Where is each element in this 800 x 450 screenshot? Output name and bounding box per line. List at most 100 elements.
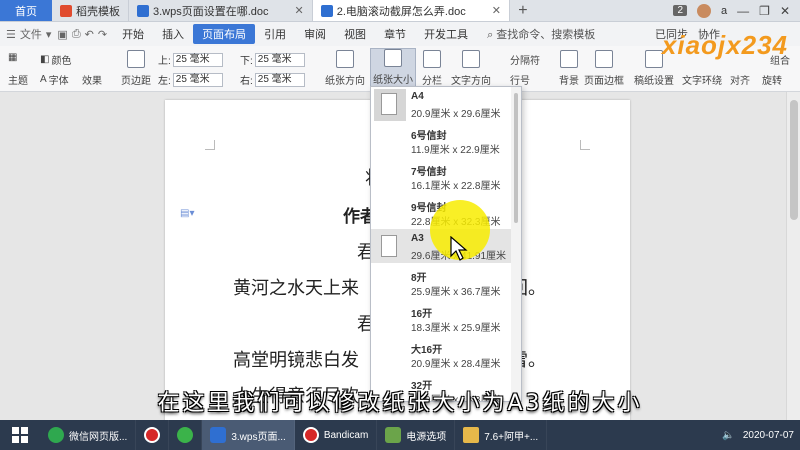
wps-doc-icon (320, 4, 333, 17)
colors-label: 颜色 (51, 56, 72, 67)
colors-button[interactable]: ◧ 颜色 (40, 52, 71, 67)
print-icon[interactable]: ⎙ (72, 28, 81, 41)
paper-size-name: 16开 (411, 309, 433, 320)
separator-label: 分隔符 (510, 56, 540, 67)
save-icon[interactable]: ▣ (57, 28, 67, 41)
top-margin-input[interactable]: 25 毫米 (172, 52, 223, 67)
page-border-button[interactable]: 页面边框 (584, 50, 624, 88)
browser-icon (48, 427, 64, 443)
taskbar-bandicam[interactable]: Bandicam (295, 420, 378, 450)
start-button[interactable] (0, 420, 40, 450)
background-button[interactable]: 背景 (556, 50, 582, 88)
paper-size-dimensions: 11.9厘米 x 22.9厘米 (411, 145, 500, 156)
volume-icon[interactable]: 🔈 (722, 430, 734, 441)
theme-label[interactable]: 主题 (8, 72, 28, 87)
orientation-label: 纸张方向 (325, 76, 365, 87)
draft-settings-icon (645, 50, 663, 68)
menu-developer[interactable]: 开发工具 (415, 24, 477, 44)
bottom-margin-input[interactable]: 25 毫米 (254, 52, 305, 67)
right-margin-input[interactable]: 25 毫米 (254, 72, 305, 87)
align-label: 对齐 (730, 76, 750, 87)
paper-size-dimensions: 20.9厘米 x 28.4厘米 (411, 359, 501, 370)
taskbar-wechat[interactable] (169, 420, 203, 450)
orientation-button[interactable]: 纸张方向 (324, 50, 366, 88)
left-margin-input[interactable]: 25 毫米 (172, 72, 223, 87)
dropdown-scrollbar-thumb[interactable] (514, 93, 518, 223)
theme-button[interactable]: ▦ (8, 52, 17, 63)
clock[interactable]: 2020-07-07 (743, 430, 794, 441)
taskbar-wps[interactable]: 3.wps页面... (202, 420, 295, 450)
taskbar-folder[interactable]: 7.6+阿甲+... (455, 420, 548, 450)
dropdown-scrollbar[interactable] (511, 87, 521, 401)
paper-size-icon (384, 49, 402, 67)
window-controls: 2 a — ❐ ✕ (673, 0, 800, 21)
wps-icon (210, 427, 227, 443)
text-wrap-button[interactable]: 文字环绕 (682, 72, 722, 87)
paper-size-name: 大16开 (411, 345, 443, 356)
margin-corner (205, 140, 215, 150)
tab-label: 3.wps页面设置在哪.doc (153, 5, 269, 18)
menu-review[interactable]: 审阅 (295, 24, 335, 44)
menu-start[interactable]: 开始 (113, 24, 153, 44)
menu-page-layout[interactable]: 页面布局 (193, 24, 256, 44)
paper-size-dimensions: 25.9厘米 x 36.7厘米 (411, 287, 501, 298)
user-name[interactable]: a (721, 5, 727, 17)
close-icon[interactable]: ✕ (492, 4, 501, 17)
taskbar-record[interactable] (136, 420, 170, 450)
paper-size-dimensions: 20.9厘米 x 29.6厘米 (411, 109, 501, 120)
tab-label: 2.电脑滚动截屏怎么弄.doc (336, 5, 466, 18)
text-direction-button[interactable]: 文字方向 (450, 50, 492, 88)
command-search[interactable]: ⌕ 查找命令、搜索模板 (487, 26, 595, 42)
paper-size-name: 6号信封 (411, 131, 447, 142)
poem-line: 黄河之水天上来 (233, 278, 359, 299)
taskbar-power-options[interactable]: 电源选项 (377, 420, 456, 450)
rotate-button[interactable]: 旋转 (762, 72, 782, 87)
docer-icon (60, 4, 72, 17)
tab-doc-2[interactable]: 2.电脑滚动截屏怎么弄.doc ✕ (312, 0, 510, 21)
font-button[interactable]: A 字体 (40, 72, 69, 87)
taskbar-wechat-web[interactable]: 微信网页版... (40, 420, 137, 450)
paragraph-layout-icon[interactable]: ▤▾ (180, 208, 194, 219)
paper-size-button[interactable]: 纸张大小 (370, 48, 416, 90)
top-margin-field[interactable]: 上: 25 毫米 (158, 52, 223, 67)
menu-reference[interactable]: 引用 (255, 24, 295, 44)
close-icon[interactable]: ✕ (295, 4, 304, 17)
tab-bar: 首页 稻壳模板 3.wps页面设置在哪.doc ✕ 2.电脑滚动截屏怎么弄.do… (0, 0, 800, 22)
menu-file[interactable]: ☰ 文件 ▾ (6, 26, 51, 42)
align-button[interactable]: 对齐 (730, 72, 750, 87)
minimize-icon[interactable]: — (737, 4, 749, 18)
separator-button[interactable]: 分隔符 (510, 52, 540, 67)
window-count-badge[interactable]: 2 (673, 5, 688, 16)
margins-button[interactable]: 页边距 (118, 50, 154, 88)
menu-insert[interactable]: 插入 (153, 24, 193, 44)
right-margin-field[interactable]: 右: 25 毫米 (240, 72, 305, 87)
menu-section[interactable]: 章节 (375, 24, 415, 44)
new-tab-button[interactable]: + (510, 0, 536, 21)
menu-view[interactable]: 视图 (335, 24, 375, 44)
close-window-icon[interactable]: ✕ (780, 4, 790, 18)
margins-icon (127, 50, 145, 68)
taskbar-label: 微信网页版... (69, 431, 128, 443)
search-label: 查找命令、搜索模板 (496, 29, 596, 41)
windows-icon (12, 427, 28, 443)
tab-docer[interactable]: 稻壳模板 (52, 0, 129, 21)
maximize-icon[interactable]: ❐ (759, 4, 770, 18)
redo-icon[interactable]: ↷ (98, 28, 107, 41)
vertical-scrollbar[interactable] (786, 92, 800, 420)
left-margin-label: 左: (158, 76, 171, 87)
scrollbar-thumb[interactable] (790, 100, 798, 220)
avatar[interactable] (697, 3, 712, 18)
paper-size-dimensions: 18.3厘米 x 25.9厘米 (411, 323, 501, 334)
line-numbers-button[interactable]: 行号 (510, 72, 530, 87)
columns-button[interactable]: 分栏 (418, 50, 446, 88)
top-margin-label: 上: (158, 56, 171, 67)
record-icon (302, 427, 319, 443)
bottom-margin-field[interactable]: 下: 25 毫米 (240, 52, 305, 67)
undo-icon[interactable]: ↶ (85, 28, 94, 41)
file-menu-label: 文件 (19, 29, 42, 41)
home-tab[interactable]: 首页 (0, 0, 52, 21)
tab-doc-1[interactable]: 3.wps页面设置在哪.doc ✕ (129, 0, 313, 21)
effects-button[interactable]: 效果 (82, 72, 102, 87)
left-margin-field[interactable]: 左: 25 毫米 (158, 72, 223, 87)
wps-doc-icon (137, 4, 149, 17)
